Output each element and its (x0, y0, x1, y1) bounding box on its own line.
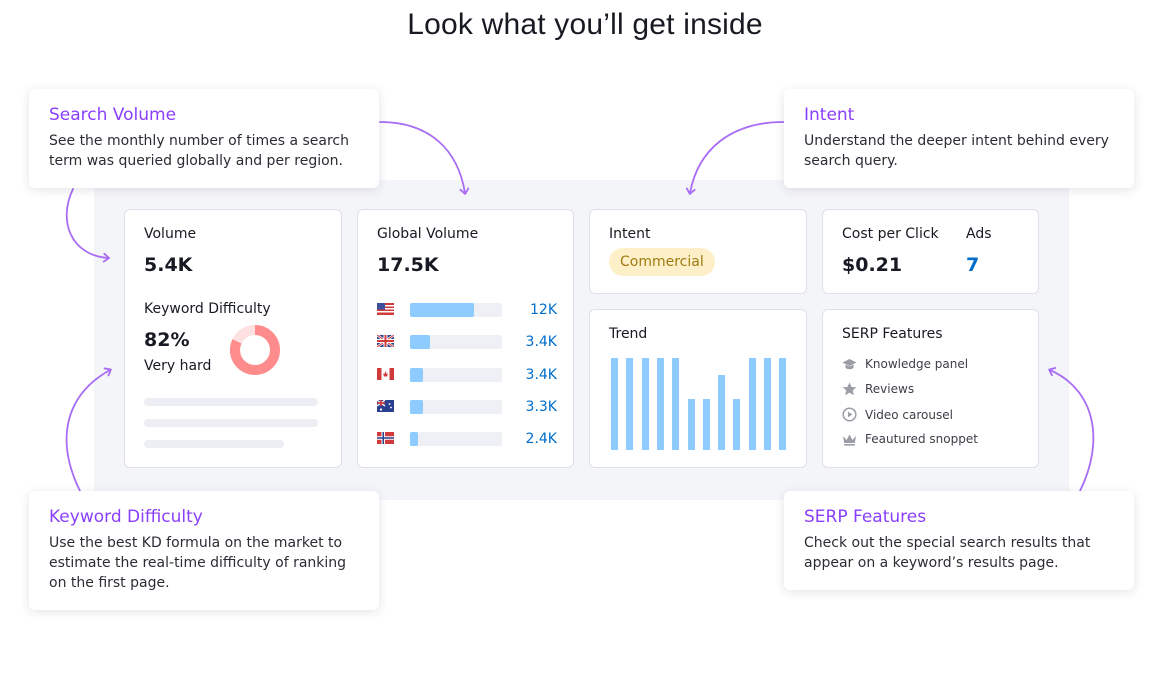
callout-title: Keyword Difficulty (49, 507, 203, 527)
arrow-serp-features (1048, 367, 1095, 492)
callout-serp-features: SERP Features Check out the special sear… (784, 491, 1134, 590)
callout-text: Check out the special search results tha… (804, 535, 1091, 571)
callout-title: Search Volume (49, 105, 177, 125)
arrow-intent (685, 121, 785, 195)
callout-title: Intent (804, 105, 855, 125)
callout-search-volume: Search Volume See the monthly number of … (29, 89, 379, 188)
callout-intent: Intent Understand the deeper intent behi… (784, 89, 1134, 188)
callout-text: Use the best KD formula on the market to… (49, 535, 347, 591)
arrow-keyword-difficulty (65, 367, 112, 492)
callout-keyword-difficulty: Keyword Difficulty Use the best KD formu… (29, 491, 379, 610)
callout-title: SERP Features (804, 507, 927, 527)
arrow-search-volume-to-global (379, 121, 470, 195)
callout-text: Understand the deeper intent behind ever… (804, 133, 1109, 169)
callout-text: See the monthly number of times a search… (49, 133, 349, 169)
arrow-search-volume-to-volume (65, 188, 110, 263)
